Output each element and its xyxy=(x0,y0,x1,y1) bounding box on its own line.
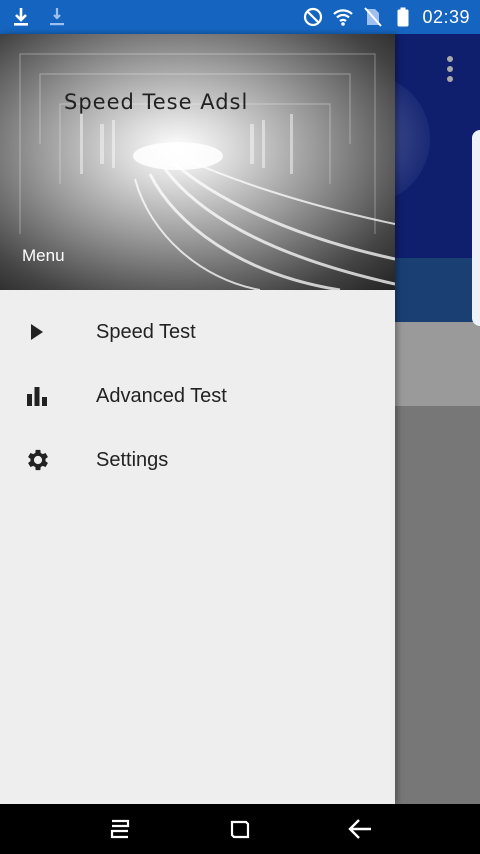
battery-icon xyxy=(392,6,414,28)
menu-item-label: Settings xyxy=(96,448,169,471)
navigation-drawer: Speed Tese Adsl Menu Speed Test Advanced… xyxy=(0,34,395,804)
system-navigation-bar xyxy=(0,804,480,854)
back-icon[interactable] xyxy=(347,816,373,842)
no-sim-icon xyxy=(362,6,384,28)
bar-chart-icon xyxy=(0,384,96,408)
drawer-menu-list: Speed Test Advanced Test Settings xyxy=(0,290,395,492)
menu-item-label: Speed Test xyxy=(96,320,196,343)
status-bar: 02:39 xyxy=(0,0,480,34)
drawer-header-title: Speed Tese Adsl xyxy=(64,90,249,114)
menu-item-advanced-test[interactable]: Advanced Test xyxy=(0,364,395,428)
wifi-icon xyxy=(332,6,354,28)
drawer-header-label: Menu xyxy=(22,246,65,265)
recent-apps-icon[interactable] xyxy=(107,816,133,842)
overflow-menu-icon[interactable] xyxy=(444,56,456,84)
menu-item-label: Advanced Test xyxy=(96,384,227,407)
status-time: 02:39 xyxy=(422,6,470,27)
download-pending-icon xyxy=(46,6,68,28)
do-not-disturb-icon xyxy=(302,6,324,28)
play-icon xyxy=(0,320,96,344)
gear-icon xyxy=(0,446,96,474)
drawer-header: Speed Tese Adsl Menu xyxy=(0,34,395,290)
home-icon[interactable] xyxy=(227,816,253,842)
menu-item-speed-test[interactable]: Speed Test xyxy=(0,300,395,364)
download-icon xyxy=(10,6,32,28)
app-side-card xyxy=(472,130,480,326)
menu-item-settings[interactable]: Settings xyxy=(0,428,395,492)
